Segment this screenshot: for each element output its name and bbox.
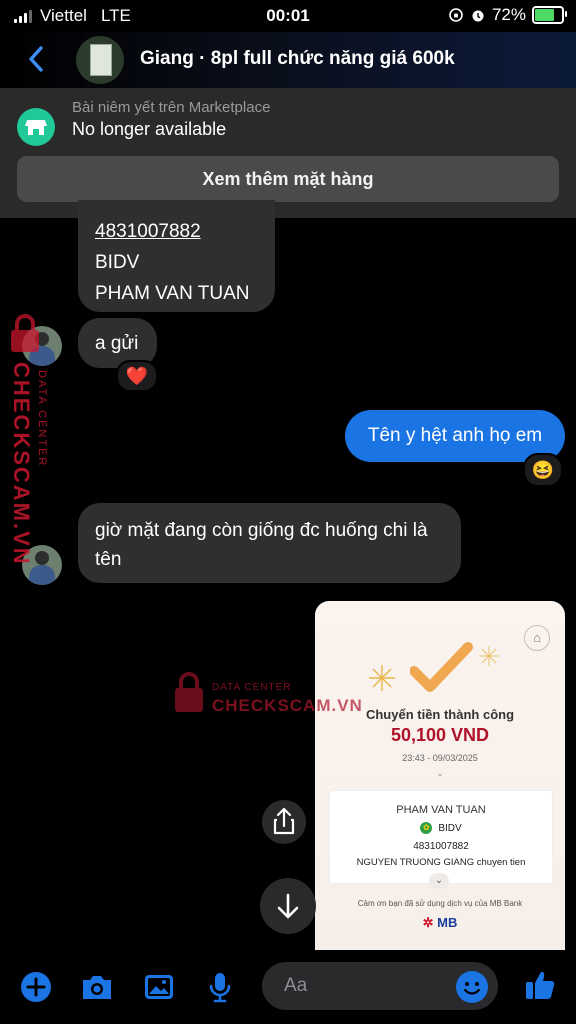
- orientation-lock-icon: [449, 8, 463, 22]
- mb-brand: MB: [437, 915, 458, 930]
- share-button[interactable]: [262, 800, 306, 844]
- thanks-note: Cảm ơn bạn đã sử dụng dịch vụ của MB Ban…: [357, 899, 523, 908]
- battery-icon: [532, 6, 567, 24]
- laugh-reaction[interactable]: 😆: [523, 453, 563, 487]
- marketplace-card: Bài niêm yết trên Marketplace No longer …: [0, 88, 576, 218]
- message-bank-details[interactable]: 4831007882 BIDV PHAM VAN TUAN: [78, 200, 275, 312]
- recipient-name: PHAM VAN TUAN: [396, 804, 486, 816]
- bidv-logo-icon: ✿: [420, 822, 433, 834]
- recipient-bank: ✿ BIDV: [330, 822, 552, 834]
- bank-name: BIDV: [95, 252, 140, 273]
- account-holder: PHAM VAN TUAN: [95, 283, 250, 304]
- recipient-account: 4831007882: [413, 841, 469, 852]
- recipient-bank-name: BIDV: [438, 822, 462, 834]
- home-icon: ⌂: [524, 625, 550, 651]
- alarm-icon: [472, 10, 484, 22]
- listing-avatar[interactable]: [76, 36, 124, 84]
- receipt-amount: 50,100 VND: [390, 725, 490, 745]
- chevron-down-icon: ⌄: [429, 873, 449, 889]
- watermark-lock-icon: [8, 314, 42, 354]
- plus-circle-icon[interactable]: [19, 970, 53, 1004]
- transfer-memo: NGUYEN TRUONG GIANG chuyen tien: [356, 857, 526, 868]
- watermark-main-vertical: CHECKSCAM.VN: [9, 362, 34, 566]
- see-more-items-button[interactable]: Xem thêm mặt hàng: [17, 156, 559, 202]
- share-icon: [273, 807, 295, 835]
- composer-bar: Aa: [0, 950, 576, 1024]
- sparkle-icon: [479, 646, 499, 666]
- thread-title[interactable]: Giang · 8pl full chức năng giá 600k: [140, 48, 455, 70]
- listing-status: No longer available: [72, 119, 227, 139]
- storefront-icon: [17, 108, 55, 146]
- message-input[interactable]: Aa: [262, 962, 498, 1010]
- account-number-link[interactable]: 4831007882: [95, 216, 258, 247]
- arrow-down-icon: [277, 893, 299, 919]
- message-bubble[interactable]: giờ mặt đang còn giống đc huống chi là t…: [78, 503, 461, 583]
- scroll-down-button[interactable]: [260, 878, 316, 934]
- chat-header: Giang · 8pl full chức năng giá 600k: [0, 32, 576, 88]
- listing-thumbnail: [90, 44, 112, 76]
- recipient-card: PHAM VAN TUAN ✿ BIDV 4831007882 NGUYEN T…: [329, 790, 553, 884]
- marketplace-subtitle: Bài niêm yết trên Marketplace: [72, 99, 271, 116]
- watermark-sub: DATA CENTER: [212, 682, 292, 693]
- watermark-lock-icon: [172, 672, 206, 714]
- sparkle-icon: [369, 665, 395, 691]
- heart-reaction[interactable]: ❤️: [116, 360, 158, 392]
- transfer-receipt-image[interactable]: ⌂ Chuyển tiền thành công 50,100 VND 23:4…: [315, 601, 565, 961]
- mb-star-icon: ✲: [422, 915, 434, 930]
- battery-percent: 72%: [491, 5, 526, 24]
- status-bar: Viettel LTE 00:01 72%: [0, 0, 576, 32]
- back-icon[interactable]: [22, 42, 52, 76]
- watermark-main: CHECKSCAM.VN: [212, 696, 363, 715]
- microphone-icon[interactable]: [203, 970, 237, 1004]
- status-right: 72%: [448, 5, 567, 25]
- camera-icon[interactable]: [80, 970, 114, 1004]
- mb-bank-logo: ✲ MB: [315, 915, 565, 931]
- checkmark-icon: [410, 642, 473, 692]
- watermark-sub-vertical: DATA CENTER: [36, 370, 48, 468]
- image-icon[interactable]: [142, 970, 176, 1004]
- receipt-datetime: 23:43 - 09/03/2025: [402, 753, 478, 763]
- thumbs-up-icon[interactable]: [523, 968, 557, 1002]
- message-input-placeholder: Aa: [284, 975, 308, 996]
- chevron-down-icon: ⌄: [436, 768, 444, 778]
- smiley-icon[interactable]: [456, 971, 488, 1003]
